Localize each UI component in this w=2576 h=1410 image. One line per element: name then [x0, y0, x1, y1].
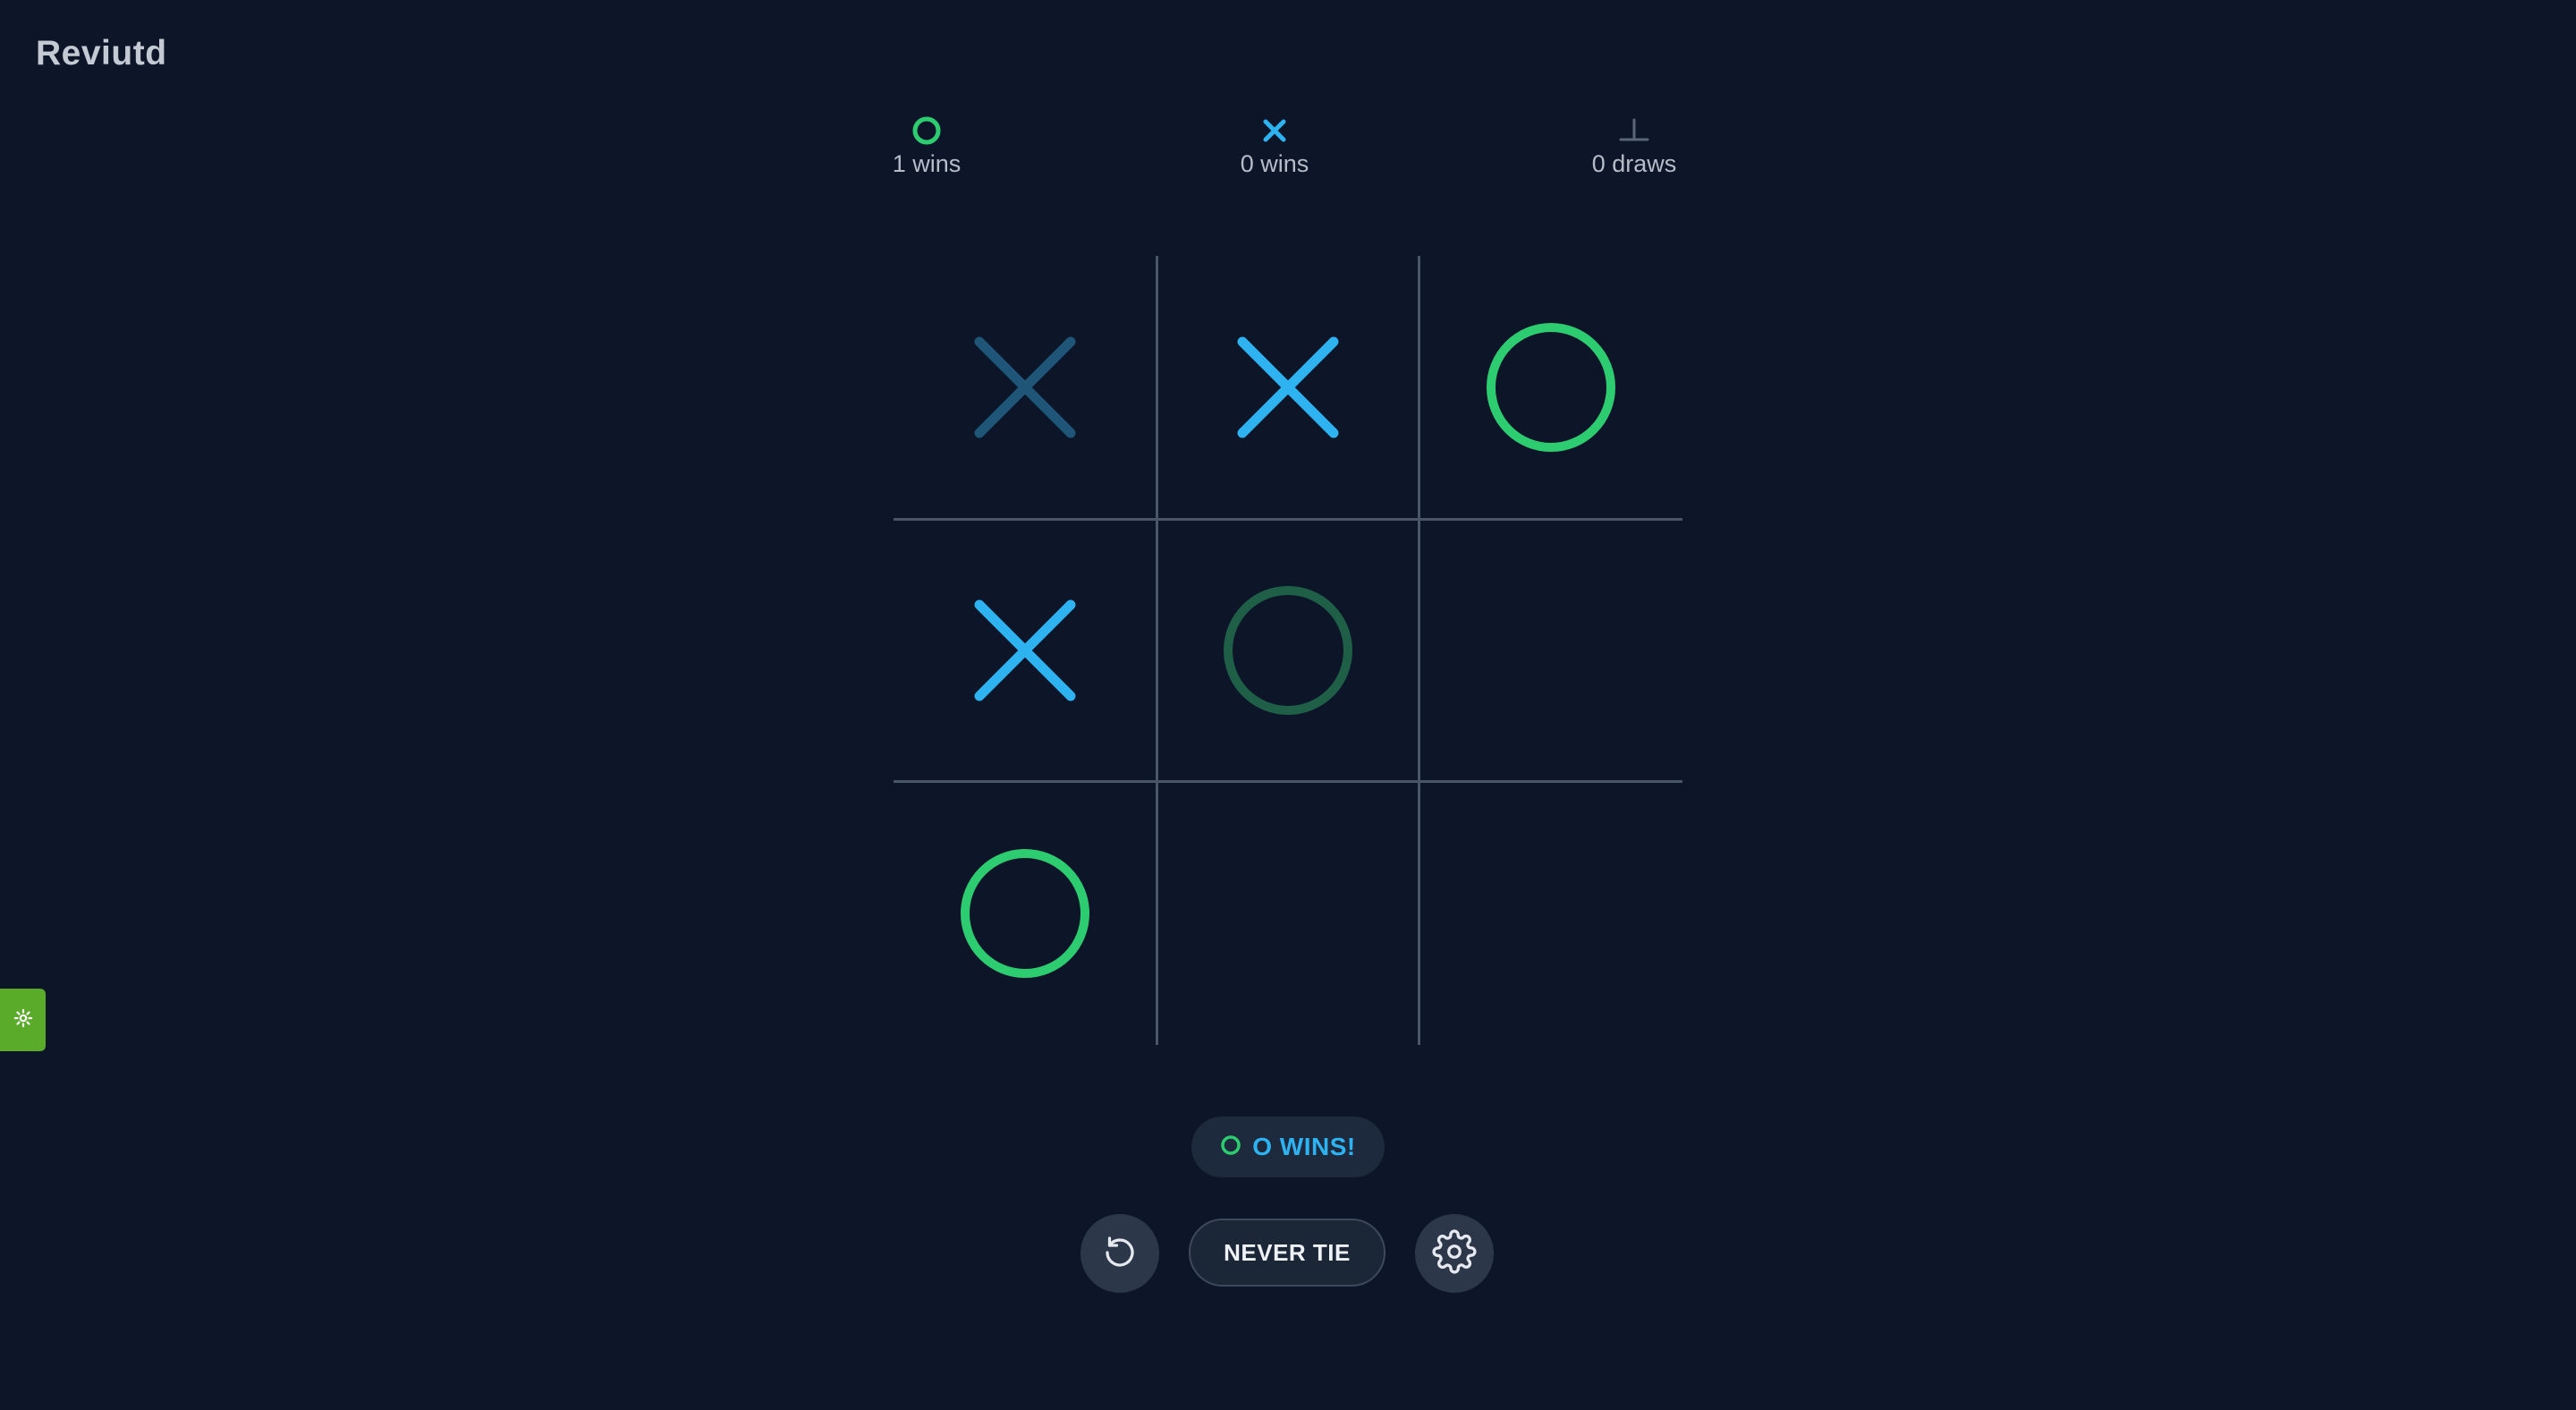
o-mark — [1487, 323, 1615, 452]
settings-button[interactable] — [1415, 1214, 1494, 1293]
board-cell-2-3[interactable] — [1421, 521, 1681, 780]
score-x: 0 wins — [1185, 113, 1364, 178]
gear-icon — [13, 1008, 33, 1032]
circle-icon — [1220, 1134, 1241, 1160]
app-title: Reviutd — [36, 34, 167, 72]
grid-line-horizontal — [894, 780, 1682, 783]
reset-icon — [1098, 1230, 1141, 1278]
x-mark — [974, 599, 1076, 701]
grid-line-vertical — [1418, 256, 1420, 1045]
side-settings-tab[interactable] — [0, 989, 46, 1051]
circle-icon — [837, 113, 1016, 149]
score-draws: 0 draws — [1545, 113, 1724, 178]
board-cell-1-2[interactable] — [1158, 258, 1418, 517]
board-cell-2-2[interactable] — [1158, 521, 1418, 780]
board-cell-1-3[interactable] — [1421, 258, 1681, 517]
never-tie-button[interactable]: NEVER TIE — [1189, 1219, 1385, 1287]
board-cell-3-2[interactable] — [1158, 784, 1418, 1043]
gear-icon — [1432, 1228, 1477, 1278]
reset-button[interactable] — [1080, 1214, 1159, 1293]
board-cell-1-1[interactable] — [895, 258, 1155, 517]
score-o-label: 1 wins — [892, 150, 962, 177]
o-mark — [1224, 586, 1352, 715]
score-x-label: 0 wins — [1240, 150, 1309, 177]
game-board — [894, 256, 1682, 1045]
o-mark — [961, 849, 1089, 978]
status-text: O WINS! — [1252, 1133, 1356, 1160]
board-cell-2-1[interactable] — [895, 521, 1155, 780]
board-cell-3-3[interactable] — [1421, 784, 1681, 1043]
score-o: 1 wins — [837, 113, 1016, 178]
x-mark — [974, 336, 1076, 438]
score-draws-label: 0 draws — [1591, 150, 1677, 177]
x-mark — [1237, 336, 1339, 438]
x-icon — [1185, 113, 1364, 149]
draw-icon — [1545, 113, 1724, 149]
status-badge: O WINS! — [1191, 1117, 1385, 1177]
board-cell-3-1[interactable] — [895, 784, 1155, 1043]
